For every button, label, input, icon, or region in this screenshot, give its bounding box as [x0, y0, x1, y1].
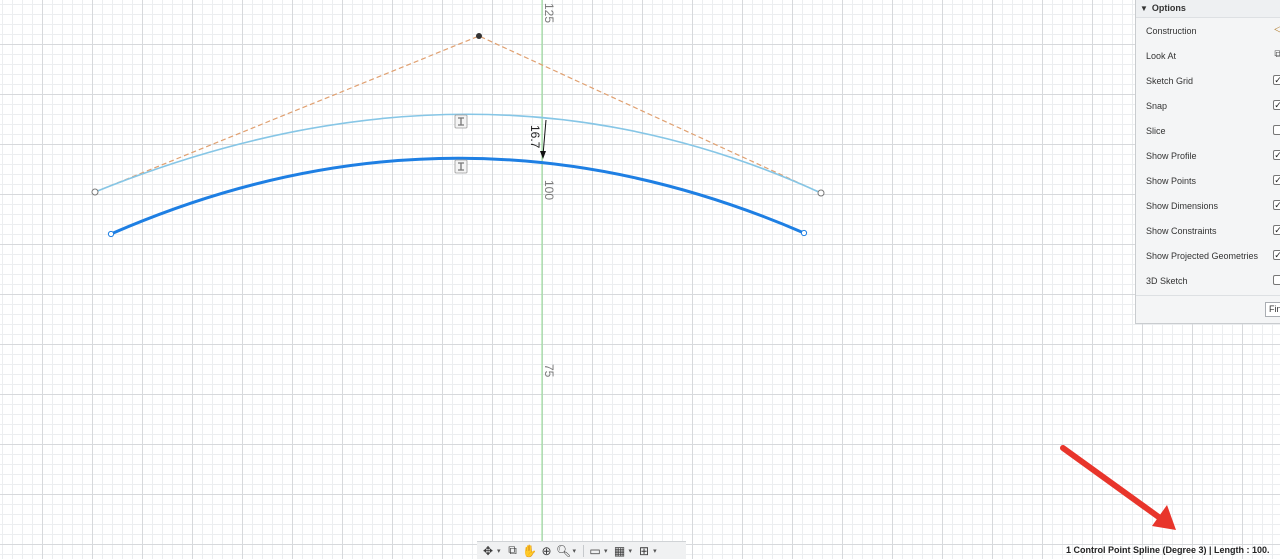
option-row-look-at[interactable]: Look At ⧉ [1136, 43, 1280, 68]
finish-sketch-button[interactable]: Fin [1265, 302, 1280, 317]
options-header[interactable]: ▼ Options [1136, 0, 1280, 18]
constraint-icon-lower[interactable] [454, 159, 468, 174]
option-row-show-profile[interactable]: Show Profile ✓ [1136, 143, 1280, 168]
display-dropdown-icon[interactable]: ▾ [604, 547, 608, 555]
construction-icon[interactable]: ◁ [1273, 25, 1280, 35]
dimension-value[interactable]: 16.7 [528, 125, 542, 149]
status-bar-text: 1 Control Point Spline (Degree 3) | Leng… [1066, 545, 1270, 555]
options-panel: ▼ Options Construction ◁ Look At ⧉ Sketch Gr… [1135, 0, 1280, 324]
option-row-snap[interactable]: Snap ✓ [1136, 93, 1280, 118]
option-label: Show Profile [1146, 150, 1197, 161]
option-label: 3D Sketch [1146, 275, 1188, 286]
zoom-window-icon[interactable]: ⊕ [539, 543, 555, 559]
option-row-slice[interactable]: Slice [1136, 118, 1280, 143]
option-label: Snap [1146, 100, 1168, 111]
selected-spline-endpoint-right[interactable] [800, 229, 808, 237]
option-label: Show Constraints [1146, 225, 1217, 236]
dimension-arrowhead [540, 151, 546, 159]
option-label: Show Dimensions [1146, 200, 1219, 211]
option-checkbox[interactable]: ✓ [1273, 150, 1280, 160]
option-row-construction[interactable]: Construction ◁ [1136, 18, 1280, 43]
toolbar-separator [583, 544, 585, 557]
spline-endpoint-right[interactable] [817, 189, 825, 197]
option-row-3d-sketch[interactable]: 3D Sketch [1136, 268, 1280, 293]
viewports-icon[interactable]: ⊞ [636, 543, 652, 559]
collapse-triangle-icon[interactable]: ▼ [1140, 4, 1148, 13]
display-settings-icon[interactable]: ▭ [587, 543, 603, 559]
grid-dropdown-icon[interactable]: ▾ [629, 547, 633, 555]
option-checkbox[interactable]: ✓ [1273, 175, 1280, 185]
axis-label-125: 125 [542, 3, 556, 24]
look-at-icon[interactable]: ⧉ [1273, 50, 1280, 60]
option-checkbox[interactable]: ✓ [1273, 250, 1280, 260]
option-checkbox[interactable] [1273, 275, 1280, 285]
grid-icon[interactable]: ▦ [612, 543, 628, 559]
zoom-icon[interactable]: 🔍︎ [556, 543, 572, 559]
option-row-sketch-grid[interactable]: Sketch Grid ✓ [1136, 68, 1280, 93]
axis-label-100: 100 [542, 180, 556, 201]
orbit-dropdown-icon[interactable]: ▾ [497, 547, 501, 555]
look-at-icon[interactable]: ⧉ [505, 543, 521, 559]
option-checkbox[interactable]: ✓ [1273, 225, 1280, 235]
constraint-icon-upper[interactable] [454, 114, 468, 129]
axis-label-75: 75 [542, 364, 556, 378]
dimension-arrow-line[interactable] [542, 119, 547, 156]
option-row-show-projected-geometries[interactable]: Show Projected Geometries ✓ [1136, 243, 1280, 268]
option-checkbox[interactable]: ✓ [1273, 200, 1280, 210]
option-checkbox[interactable]: ✓ [1273, 100, 1280, 110]
option-label: Look At [1146, 50, 1177, 61]
option-checkbox[interactable] [1273, 125, 1280, 135]
zoom-dropdown-icon[interactable]: ▾ [573, 547, 577, 555]
pan-icon[interactable]: ✋ [522, 543, 538, 559]
options-separator [1136, 295, 1280, 296]
options-title: Options [1151, 3, 1186, 13]
option-label: Construction [1146, 25, 1197, 36]
option-label: Show Projected Geometries [1146, 250, 1259, 261]
orbit-icon[interactable]: ✥ [480, 543, 496, 559]
viewports-dropdown-icon[interactable]: ▾ [653, 547, 657, 555]
control-point-apex[interactable] [476, 33, 482, 39]
selected-spline-endpoint-left[interactable] [107, 230, 115, 238]
option-row-show-constraints[interactable]: Show Constraints ✓ [1136, 218, 1280, 243]
option-label: Sketch Grid [1146, 75, 1194, 86]
option-checkbox[interactable]: ✓ [1273, 75, 1280, 85]
sketch-canvas[interactable]: 16.7 [0, 0, 1280, 559]
option-label: Slice [1146, 125, 1166, 136]
option-row-show-points[interactable]: Show Points ✓ [1136, 168, 1280, 193]
annotation-arrow [1060, 445, 1176, 530]
spline-endpoint-left[interactable] [91, 188, 99, 196]
navigation-toolbar: ✥ ▾ ⧉ ✋ ⊕ 🔍︎ ▾ ▭ ▾ ▦ ▾ ⊞ ▾ [477, 541, 686, 559]
option-row-show-dimensions[interactable]: Show Dimensions ✓ [1136, 193, 1280, 218]
option-label: Show Points [1146, 175, 1197, 186]
